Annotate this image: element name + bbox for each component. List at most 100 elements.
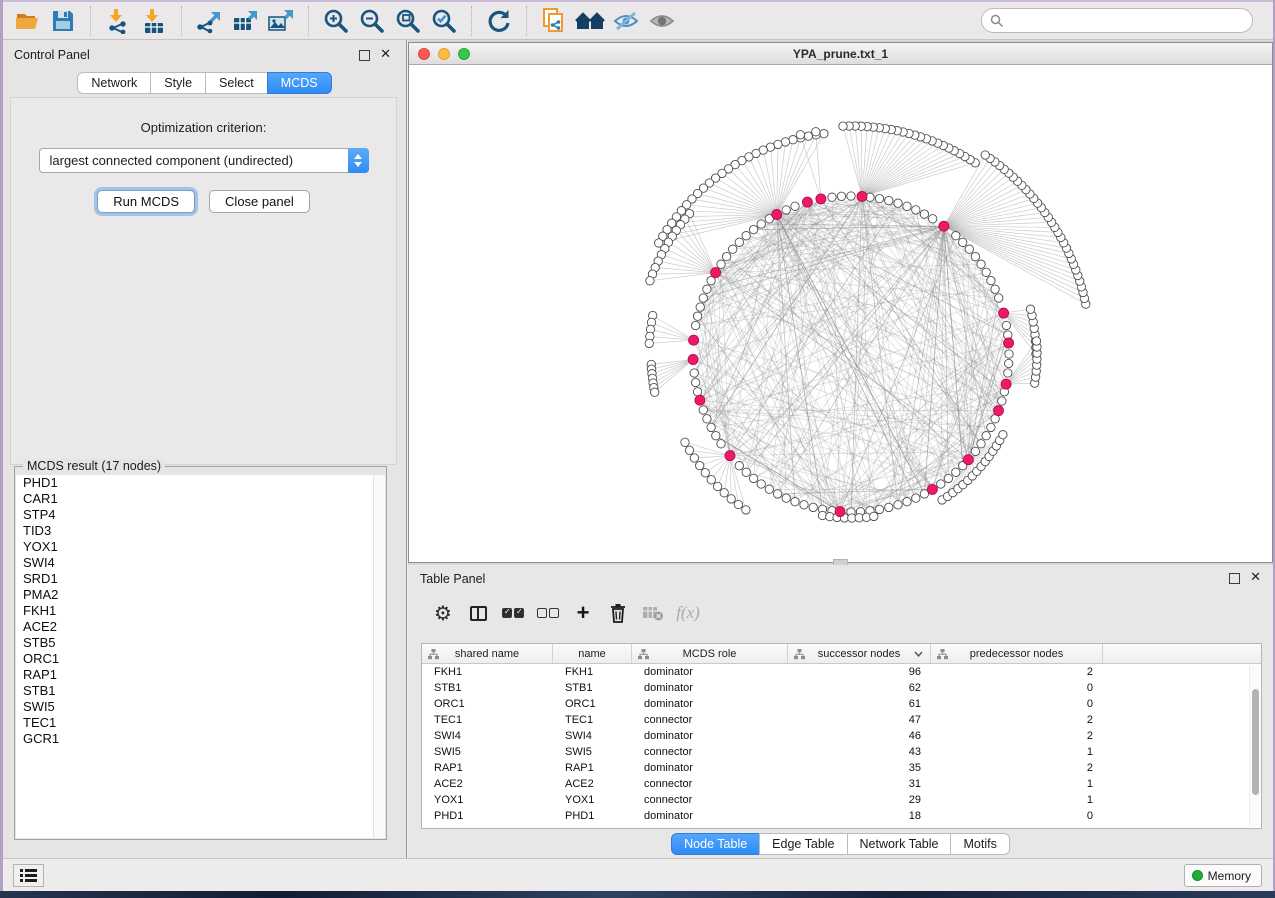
show-columns-icon[interactable] bbox=[465, 600, 491, 626]
zoom-fit-icon[interactable] bbox=[392, 5, 424, 37]
tab-node-table[interactable]: Node Table bbox=[671, 833, 760, 855]
cell-name: YOX1 bbox=[553, 794, 632, 806]
cell-name: ACE2 bbox=[553, 778, 632, 790]
select-stepper-icon bbox=[348, 148, 369, 173]
mcds-result-item[interactable]: PMA2 bbox=[16, 587, 385, 603]
tab-network[interactable]: Network bbox=[77, 72, 151, 94]
column-header-MCDS-role[interactable]: MCDS role bbox=[632, 644, 788, 663]
mcds-result-item[interactable]: TEC1 bbox=[16, 715, 385, 731]
mcds-result-item[interactable]: FKH1 bbox=[16, 603, 385, 619]
mcds-result-item[interactable]: YOX1 bbox=[16, 539, 385, 555]
zoom-out-icon[interactable] bbox=[356, 5, 388, 37]
mcds-result-item[interactable]: SWI4 bbox=[16, 555, 385, 571]
show-all-icon[interactable] bbox=[646, 5, 678, 37]
column-header-successor-nodes[interactable]: successor nodes bbox=[788, 644, 931, 663]
search-input[interactable] bbox=[1004, 13, 1244, 29]
main-toolbar bbox=[3, 2, 1273, 40]
tab-network-table[interactable]: Network Table bbox=[847, 833, 952, 855]
cell-MCDS-role: dominator bbox=[632, 762, 788, 774]
mcds-result-list[interactable]: PHD1CAR1STP4TID3YOX1SWI4SRD1PMA2FKH1ACE2… bbox=[16, 475, 385, 838]
float-panel-icon[interactable] bbox=[359, 50, 370, 61]
search-field[interactable] bbox=[981, 8, 1253, 33]
table-row[interactable]: RAP1RAP1dominator352 bbox=[422, 760, 1261, 776]
column-header-shared-name[interactable]: shared name bbox=[422, 644, 553, 663]
hide-selected-icon[interactable] bbox=[610, 5, 642, 37]
import-table-icon[interactable] bbox=[138, 5, 170, 37]
table-row[interactable]: ORC1ORC1dominator610 bbox=[422, 696, 1261, 712]
table-row[interactable]: TEC1TEC1connector472 bbox=[422, 712, 1261, 728]
cell-predecessor-nodes: 1 bbox=[931, 794, 1103, 806]
mcds-result-item[interactable]: GCR1 bbox=[16, 731, 385, 747]
copy-style-icon[interactable] bbox=[538, 5, 570, 37]
export-network-icon[interactable] bbox=[193, 5, 225, 37]
table-row[interactable]: STB1STB1dominator620 bbox=[422, 680, 1261, 696]
tab-select[interactable]: Select bbox=[205, 72, 268, 94]
mcds-result-group: MCDS result (17 nodes) PHD1CAR1STP4TID3Y… bbox=[14, 466, 387, 840]
table-row[interactable]: SWI4SWI4dominator462 bbox=[422, 728, 1261, 744]
mcds-list-scrollbar[interactable] bbox=[373, 475, 385, 838]
delete-column-icon[interactable] bbox=[605, 600, 631, 626]
tab-style[interactable]: Style bbox=[150, 72, 206, 94]
cell-MCDS-role: dominator bbox=[632, 682, 788, 694]
mcds-result-item[interactable]: TID3 bbox=[16, 523, 385, 539]
column-header-name[interactable]: name bbox=[553, 644, 632, 663]
zoom-selected-icon[interactable] bbox=[428, 5, 460, 37]
table-settings-gear-icon[interactable]: ⚙ bbox=[430, 600, 456, 626]
run-mcds-button[interactable]: Run MCDS bbox=[97, 190, 195, 213]
mcds-result-item[interactable]: ACE2 bbox=[16, 619, 385, 635]
mcds-result-item[interactable]: ORC1 bbox=[16, 651, 385, 667]
cell-successor-nodes: 96 bbox=[788, 666, 931, 678]
deselect-all-icon[interactable] bbox=[535, 600, 561, 626]
column-header-predecessor-nodes[interactable]: predecessor nodes bbox=[931, 644, 1103, 663]
memory-button[interactable]: Memory bbox=[1184, 864, 1262, 887]
mcds-result-item[interactable]: SWI5 bbox=[16, 699, 385, 715]
network-window-titlebar[interactable]: YPA_prune.txt_1 bbox=[409, 43, 1272, 65]
search-icon bbox=[990, 14, 1004, 28]
open-file-icon[interactable] bbox=[11, 5, 43, 37]
zoom-in-icon[interactable] bbox=[320, 5, 352, 37]
mcds-result-item[interactable]: SRD1 bbox=[16, 571, 385, 587]
table-row[interactable]: ACE2ACE2connector311 bbox=[422, 776, 1261, 792]
memory-label: Memory bbox=[1208, 869, 1251, 883]
mcds-result-item[interactable]: STB1 bbox=[16, 683, 385, 699]
cell-predecessor-nodes: 2 bbox=[931, 714, 1103, 726]
mcds-result-item[interactable]: PHD1 bbox=[16, 475, 385, 491]
task-history-icon[interactable] bbox=[13, 864, 44, 887]
float-table-panel-icon[interactable] bbox=[1229, 573, 1240, 584]
tab-mcds[interactable]: MCDS bbox=[267, 72, 332, 94]
save-session-icon[interactable] bbox=[47, 5, 79, 37]
column-header-filler bbox=[1103, 644, 1261, 663]
tab-motifs[interactable]: Motifs bbox=[950, 833, 1009, 855]
refresh-layout-icon[interactable] bbox=[483, 5, 515, 37]
control-panel-title: Control Panel bbox=[14, 48, 90, 62]
cell-successor-nodes: 35 bbox=[788, 762, 931, 774]
close-panel-button[interactable]: Close panel bbox=[209, 190, 310, 213]
table-row[interactable]: SWI5SWI5connector431 bbox=[422, 744, 1261, 760]
close-table-panel-icon[interactable]: ✕ bbox=[1250, 570, 1261, 584]
cell-successor-nodes: 62 bbox=[788, 682, 931, 694]
cell-shared-name: RAP1 bbox=[422, 762, 553, 774]
table-row[interactable]: FKH1FKH1dominator962 bbox=[422, 664, 1261, 680]
export-table-icon[interactable] bbox=[229, 5, 261, 37]
cell-name: TEC1 bbox=[553, 714, 632, 726]
export-image-icon[interactable] bbox=[265, 5, 297, 37]
add-column-icon[interactable]: + bbox=[570, 600, 596, 626]
cell-predecessor-nodes: 2 bbox=[931, 666, 1103, 678]
import-network-icon[interactable] bbox=[102, 5, 134, 37]
mcds-result-item[interactable]: STP4 bbox=[16, 507, 385, 523]
mcds-result-item[interactable]: STB5 bbox=[16, 635, 385, 651]
select-all-icon[interactable] bbox=[500, 600, 526, 626]
first-neighbors-icon[interactable] bbox=[574, 5, 606, 37]
table-scrollbar[interactable] bbox=[1249, 665, 1260, 827]
table-scrollbar-thumb[interactable] bbox=[1252, 689, 1259, 795]
table-row[interactable]: PHD1PHD1dominator180 bbox=[422, 808, 1261, 824]
toolbar-separator bbox=[526, 6, 527, 36]
optimization-criterion-select[interactable]: largest connected component (undirected) bbox=[39, 148, 369, 173]
mcds-result-item[interactable]: RAP1 bbox=[16, 667, 385, 683]
close-panel-icon[interactable]: ✕ bbox=[380, 47, 391, 61]
network-canvas[interactable] bbox=[409, 66, 1272, 562]
mcds-result-item[interactable]: CAR1 bbox=[16, 491, 385, 507]
cell-MCDS-role: connector bbox=[632, 746, 788, 758]
tab-edge-table[interactable]: Edge Table bbox=[759, 833, 847, 855]
table-row[interactable]: YOX1YOX1connector291 bbox=[422, 792, 1261, 808]
